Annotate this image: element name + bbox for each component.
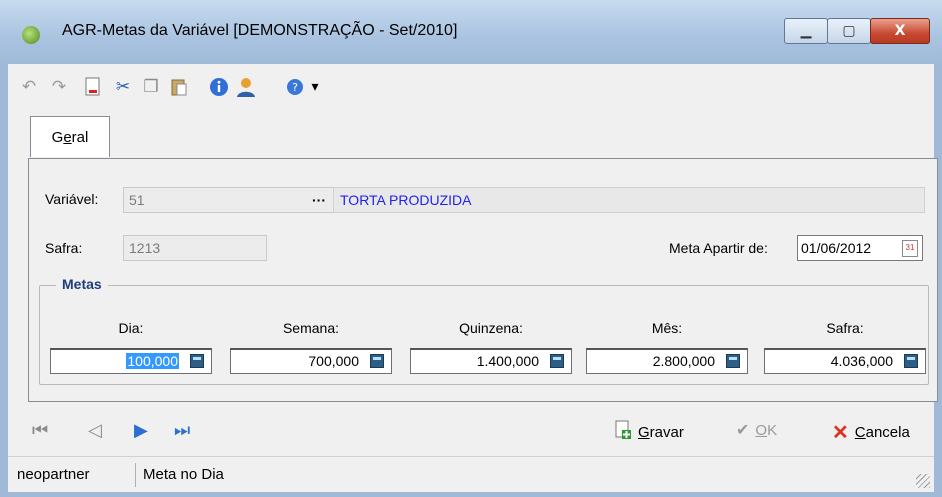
paste-icon[interactable] (168, 76, 190, 98)
metas-title: Metas (56, 276, 108, 292)
calculator-icon[interactable] (550, 354, 564, 368)
tab-geral[interactable]: Ge ral (30, 116, 110, 157)
variavel-label: Variável: (45, 191, 99, 207)
undo-icon[interactable]: ↶ (18, 76, 40, 98)
dia-input[interactable]: 100,000 (50, 348, 212, 374)
cancela-accel: C (854, 424, 866, 441)
dia-value: 100,000 (126, 353, 179, 369)
calendar-icon[interactable]: 31 (902, 240, 918, 257)
calculator-icon[interactable] (726, 354, 740, 368)
safra-meta-label: Safra: (826, 320, 864, 336)
navigation-bar: ⏮ ◁ ▶ ⏭ Gravar ✔ OK ✕ Cancela (8, 404, 934, 456)
metas-groupbox: Metas Dia: Semana: Quinzena: Mês: Safra:… (39, 276, 929, 385)
meta-apartir-date-value: 01/06/2012 (801, 240, 872, 256)
cut-icon[interactable]: ✂ (112, 76, 134, 98)
safra-meta-input[interactable]: 4.036,000 (764, 348, 926, 374)
gravar-accel: G (638, 423, 650, 441)
safra-field[interactable]: 1213 (123, 235, 267, 261)
ok-label: K (767, 421, 778, 439)
safra-meta-value: 4.036,000 (830, 353, 893, 369)
mes-input[interactable]: 2.800,000 (586, 348, 748, 374)
lookup-button[interactable]: ··· (312, 188, 326, 212)
help-dropdown-arrow[interactable]: ▾ (304, 76, 326, 98)
meta-apartir-label: Meta Apartir de: (669, 240, 768, 256)
gravar-button[interactable]: Gravar (614, 420, 684, 444)
safra-label: Safra: (45, 240, 83, 256)
ok-button[interactable]: ✔ OK (736, 420, 777, 440)
variavel-code-value: 51 (129, 192, 145, 208)
next-record-icon[interactable]: ▶ (134, 420, 148, 441)
new-document-icon[interactable] (82, 76, 104, 98)
close-button[interactable]: X (870, 18, 930, 44)
maximize-button[interactable]: ▢ (827, 18, 871, 44)
app-leaf-icon (22, 26, 40, 44)
status-user: neopartner (12, 463, 136, 487)
info-icon[interactable] (208, 76, 230, 98)
copy-icon[interactable]: ❐ (140, 76, 162, 98)
meta-apartir-date-input[interactable]: 01/06/2012 31 (797, 235, 923, 261)
mes-label: Mês: (651, 320, 683, 336)
semana-value: 700,000 (308, 353, 359, 369)
calculator-icon[interactable] (904, 354, 918, 368)
minimize-button[interactable]: ▁ (784, 18, 828, 44)
quinzena-input[interactable]: 1.400,000 (410, 348, 572, 374)
variavel-code-field[interactable]: 51 ··· (123, 187, 335, 213)
status-bar: neopartner Meta no Dia (8, 456, 934, 492)
tab-panel-geral: Variável: 51 ··· TORTA PRODUZIDA Safra: … (28, 158, 938, 402)
redo-icon[interactable]: ↷ (48, 76, 70, 98)
tab-geral-label-suffix: ral (71, 128, 89, 146)
user-icon[interactable] (234, 76, 256, 98)
gravar-label: ravar (649, 423, 684, 441)
client-area: ↶ ↷ ✂ ❐ ? ▾ Ge ral Variável: 51 ··· TORT… (8, 64, 938, 492)
status-message: Meta no Dia (143, 466, 224, 483)
main-window: AGR-Metas da Variável [DEMONSTRAÇÃO - Se… (0, 0, 942, 497)
semana-input[interactable]: 700,000 (230, 348, 392, 374)
help-icon[interactable]: ? (284, 76, 306, 98)
variavel-description: TORTA PRODUZIDA (333, 187, 925, 213)
checkmark-icon: ✔ (736, 422, 750, 439)
quinzena-label: Quinzena: (459, 320, 523, 336)
quinzena-value: 1.400,000 (476, 353, 539, 369)
mes-value: 2.800,000 (652, 353, 715, 369)
svg-text:?: ? (292, 81, 298, 94)
resize-grip-icon[interactable] (916, 474, 930, 488)
first-record-icon[interactable]: ⏮ (32, 420, 48, 441)
tab-strip: Ge ral (8, 110, 934, 158)
semana-label: Semana: (282, 320, 340, 336)
calculator-icon[interactable] (370, 354, 384, 368)
title-bar[interactable]: AGR-Metas da Variável [DEMONSTRAÇÃO - Se… (0, 0, 942, 64)
window-controls: ▁ ▢ X (784, 18, 930, 44)
cancela-label: ancela (865, 424, 910, 441)
cancel-x-icon: ✕ (832, 422, 849, 444)
save-document-icon (614, 420, 632, 444)
tab-geral-label-prefix: G (51, 128, 64, 146)
toolbar: ↶ ↷ ✂ ❐ ? ▾ (8, 64, 934, 110)
tab-geral-accel: e (63, 128, 72, 146)
previous-record-icon[interactable]: ◁ (88, 420, 102, 441)
ok-accel: O (755, 421, 768, 439)
calculator-icon[interactable] (190, 354, 204, 368)
cancela-button[interactable]: ✕ Cancela (832, 420, 910, 445)
dia-label: Dia: (118, 320, 144, 336)
last-record-icon[interactable]: ⏭ (174, 420, 190, 441)
window-title: AGR-Metas da Variável [DEMONSTRAÇÃO - Se… (62, 22, 458, 39)
